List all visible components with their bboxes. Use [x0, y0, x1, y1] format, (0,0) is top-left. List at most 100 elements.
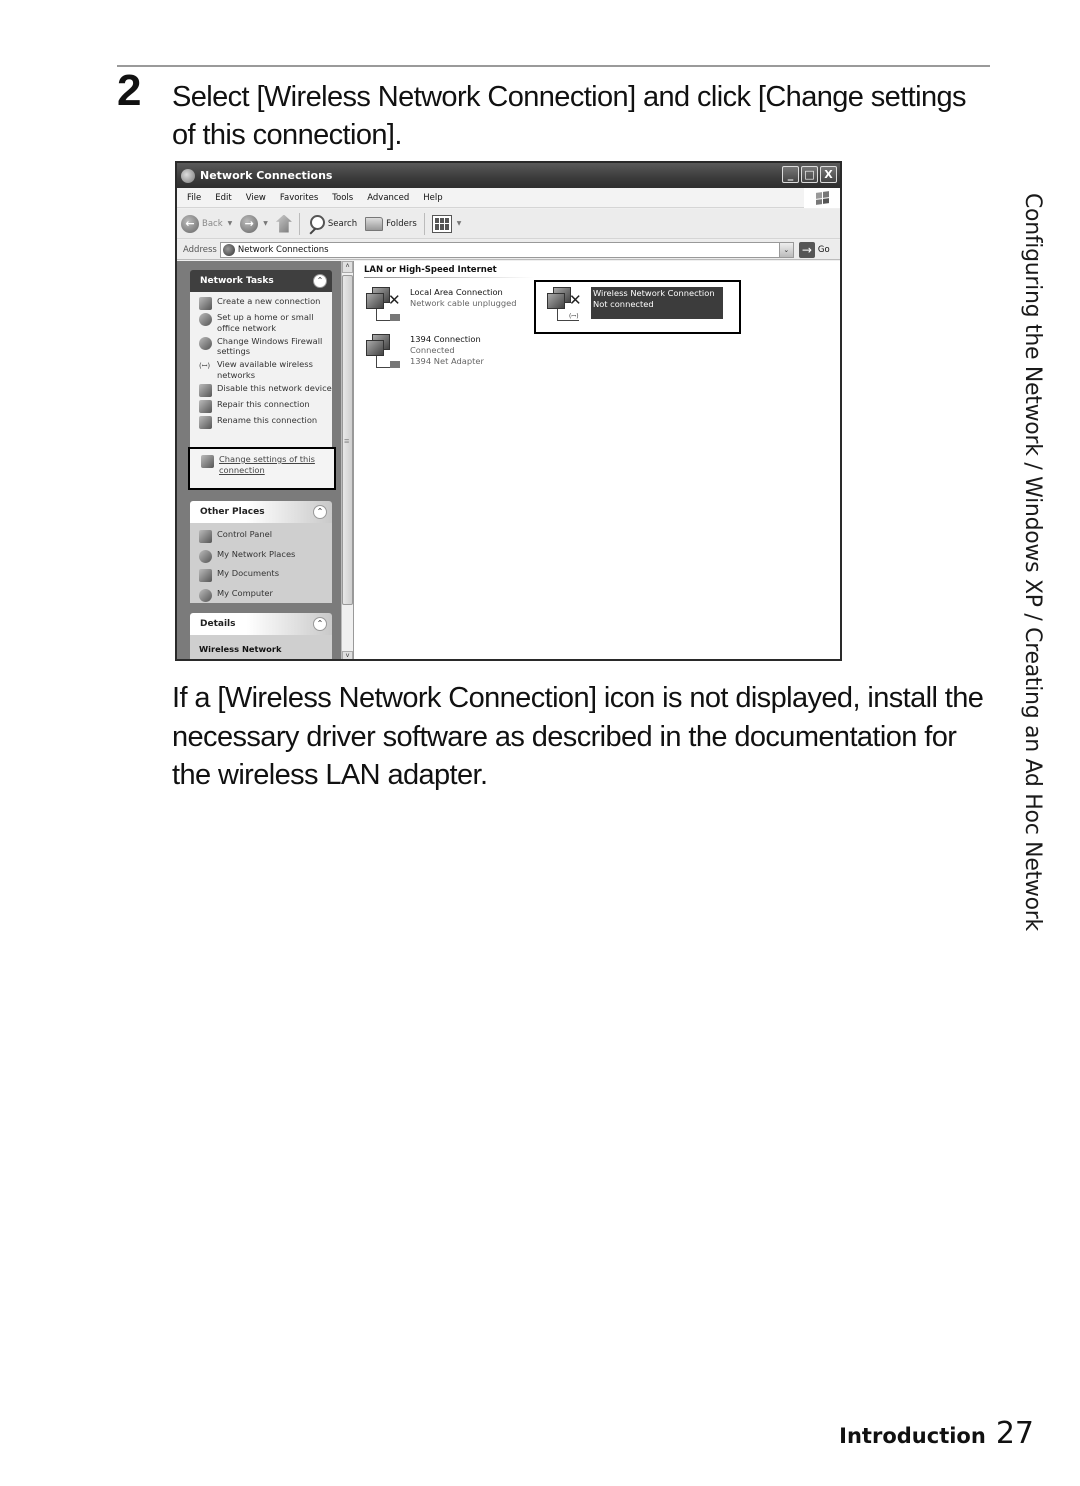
step-number: 2 — [117, 66, 142, 115]
up-folder-button[interactable] — [272, 214, 296, 233]
network-tasks-title: Network Tasks — [200, 276, 274, 286]
my-computer-icon — [199, 588, 212, 602]
place-control-panel[interactable]: Control Panel — [199, 529, 332, 543]
menu-file[interactable]: File — [177, 193, 208, 203]
back-label: Back — [202, 218, 223, 229]
page-footer: Introduction 27 — [839, 1416, 1034, 1451]
connection-name: Local Area Connection — [410, 287, 503, 297]
maximize-button[interactable]: □ — [801, 166, 818, 183]
network-tasks-list: Create a new connection Set up a home or… — [190, 292, 332, 462]
change-settings-icon — [201, 455, 214, 468]
address-dropdown-icon[interactable]: ⌄ — [778, 242, 793, 257]
other-places-panel: Other Places ⌃ Control Panel My Network … — [190, 501, 332, 603]
wireless-connection-highlight — [534, 280, 741, 334]
local-area-connection[interactable]: ✕ Local Area Connection Network cable un… — [366, 287, 517, 323]
minimize-button[interactable]: _ — [782, 166, 799, 183]
forward-arrow-icon: → — [240, 214, 259, 233]
toolbar-separator — [423, 212, 425, 235]
menu-help[interactable]: Help — [416, 193, 449, 203]
network-places-icon — [199, 549, 212, 563]
details-title: Details — [200, 619, 236, 629]
place-my-documents[interactable]: My Documents — [199, 568, 332, 582]
task-pane: Network Tasks ⌃ Create a new connection … — [177, 261, 341, 659]
home-network-icon — [199, 313, 212, 326]
footer-section: Introduction — [839, 1424, 986, 1448]
back-button[interactable]: ← Back ▼ — [177, 214, 236, 233]
back-dropdown-icon[interactable]: ▼ — [228, 220, 233, 227]
views-button[interactable]: ▼ — [428, 214, 466, 233]
address-label: Address — [183, 244, 217, 255]
collapse-icon[interactable]: ⌃ — [313, 505, 327, 519]
wireless-icon: (ꟷ) — [199, 362, 211, 371]
task-create-connection[interactable]: Create a new connection — [199, 296, 332, 310]
connection-name: 1394 Connection — [410, 334, 481, 344]
task-change-settings[interactable]: Change settings of this connection — [201, 454, 334, 476]
group-header: LAN or High-Speed Internet — [364, 265, 497, 275]
connection-device: 1394 Net Adapter — [410, 356, 484, 366]
place-my-network-places[interactable]: My Network Places — [199, 549, 332, 563]
forward-dropdown-icon[interactable]: ▼ — [263, 220, 268, 227]
go-arrow-icon: → — [798, 241, 815, 258]
task-repair-connection[interactable]: Repair this connection — [199, 399, 332, 413]
address-input[interactable]: Network Connections ⌄ — [219, 241, 794, 258]
up-folder-icon — [275, 214, 292, 233]
repair-wrench-icon — [199, 399, 212, 413]
network-connections-window: Network Connections _ □ X File Edit View… — [175, 161, 842, 661]
menu-edit[interactable]: Edit — [208, 193, 238, 203]
network-tasks-panel: Network Tasks ⌃ Create a new connection … — [190, 270, 332, 462]
task-home-network[interactable]: Set up a home or small office network — [199, 312, 332, 334]
task-firewall-settings[interactable]: Change Windows Firewall settings — [199, 336, 332, 358]
firewall-icon — [199, 336, 212, 350]
menu-tools[interactable]: Tools — [325, 193, 360, 203]
task-pane-scrollbar[interactable]: ˄ ˅ — [341, 261, 354, 659]
details-body: Wireless Network — [190, 635, 332, 659]
address-value: Network Connections — [237, 244, 329, 255]
network-globe-icon — [222, 243, 235, 256]
toolbar-separator — [298, 212, 300, 235]
1394-connection-icon — [366, 334, 404, 370]
task-view-wireless[interactable]: (ꟷ) View available wireless networks — [199, 359, 332, 381]
control-panel-icon — [199, 530, 212, 543]
disable-device-icon — [199, 383, 212, 397]
connection-status: Connected — [410, 345, 455, 355]
details-panel: Details ⌃ Wireless Network — [190, 613, 332, 659]
scroll-thumb[interactable] — [342, 275, 353, 605]
lan-connection-icon: ✕ — [366, 287, 404, 323]
window-title: Network Connections — [200, 169, 333, 182]
close-button[interactable]: X — [820, 166, 837, 183]
go-label: Go — [817, 244, 830, 255]
place-my-computer[interactable]: My Computer — [199, 588, 332, 602]
details-header[interactable]: Details ⌃ — [190, 613, 332, 635]
network-connections-icon — [181, 168, 195, 183]
folders-label: Folders — [386, 218, 417, 229]
scroll-down-icon[interactable]: ˅ — [342, 651, 353, 659]
page-number: 27 — [995, 1416, 1034, 1451]
1394-connection[interactable]: 1394 Connection Connected 1394 Net Adapt… — [366, 334, 484, 370]
title-bar[interactable]: Network Connections _ □ X — [177, 163, 840, 188]
search-icon — [307, 214, 325, 233]
address-bar: Address Network Connections ⌄ → Go — [177, 240, 840, 260]
menu-view[interactable]: View — [239, 193, 273, 203]
collapse-icon[interactable]: ⌃ — [313, 274, 327, 288]
task-rename-connection[interactable]: Rename this connection — [199, 415, 332, 429]
menu-favorites[interactable]: Favorites — [273, 193, 325, 203]
note-text: If a [Wireless Network Connection] icon … — [172, 682, 984, 791]
search-button[interactable]: Search — [303, 214, 361, 233]
step-instruction: Select [Wireless Network Connection] and… — [172, 81, 967, 151]
other-places-header[interactable]: Other Places ⌃ — [190, 501, 332, 523]
folders-button[interactable]: Folders — [361, 216, 421, 231]
scroll-up-icon[interactable]: ˄ — [342, 261, 353, 273]
go-button[interactable]: → Go — [798, 241, 830, 258]
search-label: Search — [327, 218, 358, 229]
change-settings-highlight: Change settings of this connection — [188, 447, 336, 490]
connection-status: Network cable unplugged — [410, 298, 517, 308]
task-disable-device[interactable]: Disable this network device — [199, 383, 332, 397]
menu-advanced[interactable]: Advanced — [360, 193, 416, 203]
rename-icon — [199, 415, 212, 429]
other-places-title: Other Places — [200, 507, 265, 517]
collapse-icon[interactable]: ⌃ — [313, 617, 327, 631]
other-places-list: Control Panel My Network Places My Docum… — [190, 523, 332, 603]
network-tasks-header[interactable]: Network Tasks ⌃ — [190, 270, 332, 292]
new-connection-icon — [199, 297, 212, 310]
forward-button[interactable]: → ▼ — [236, 214, 272, 233]
